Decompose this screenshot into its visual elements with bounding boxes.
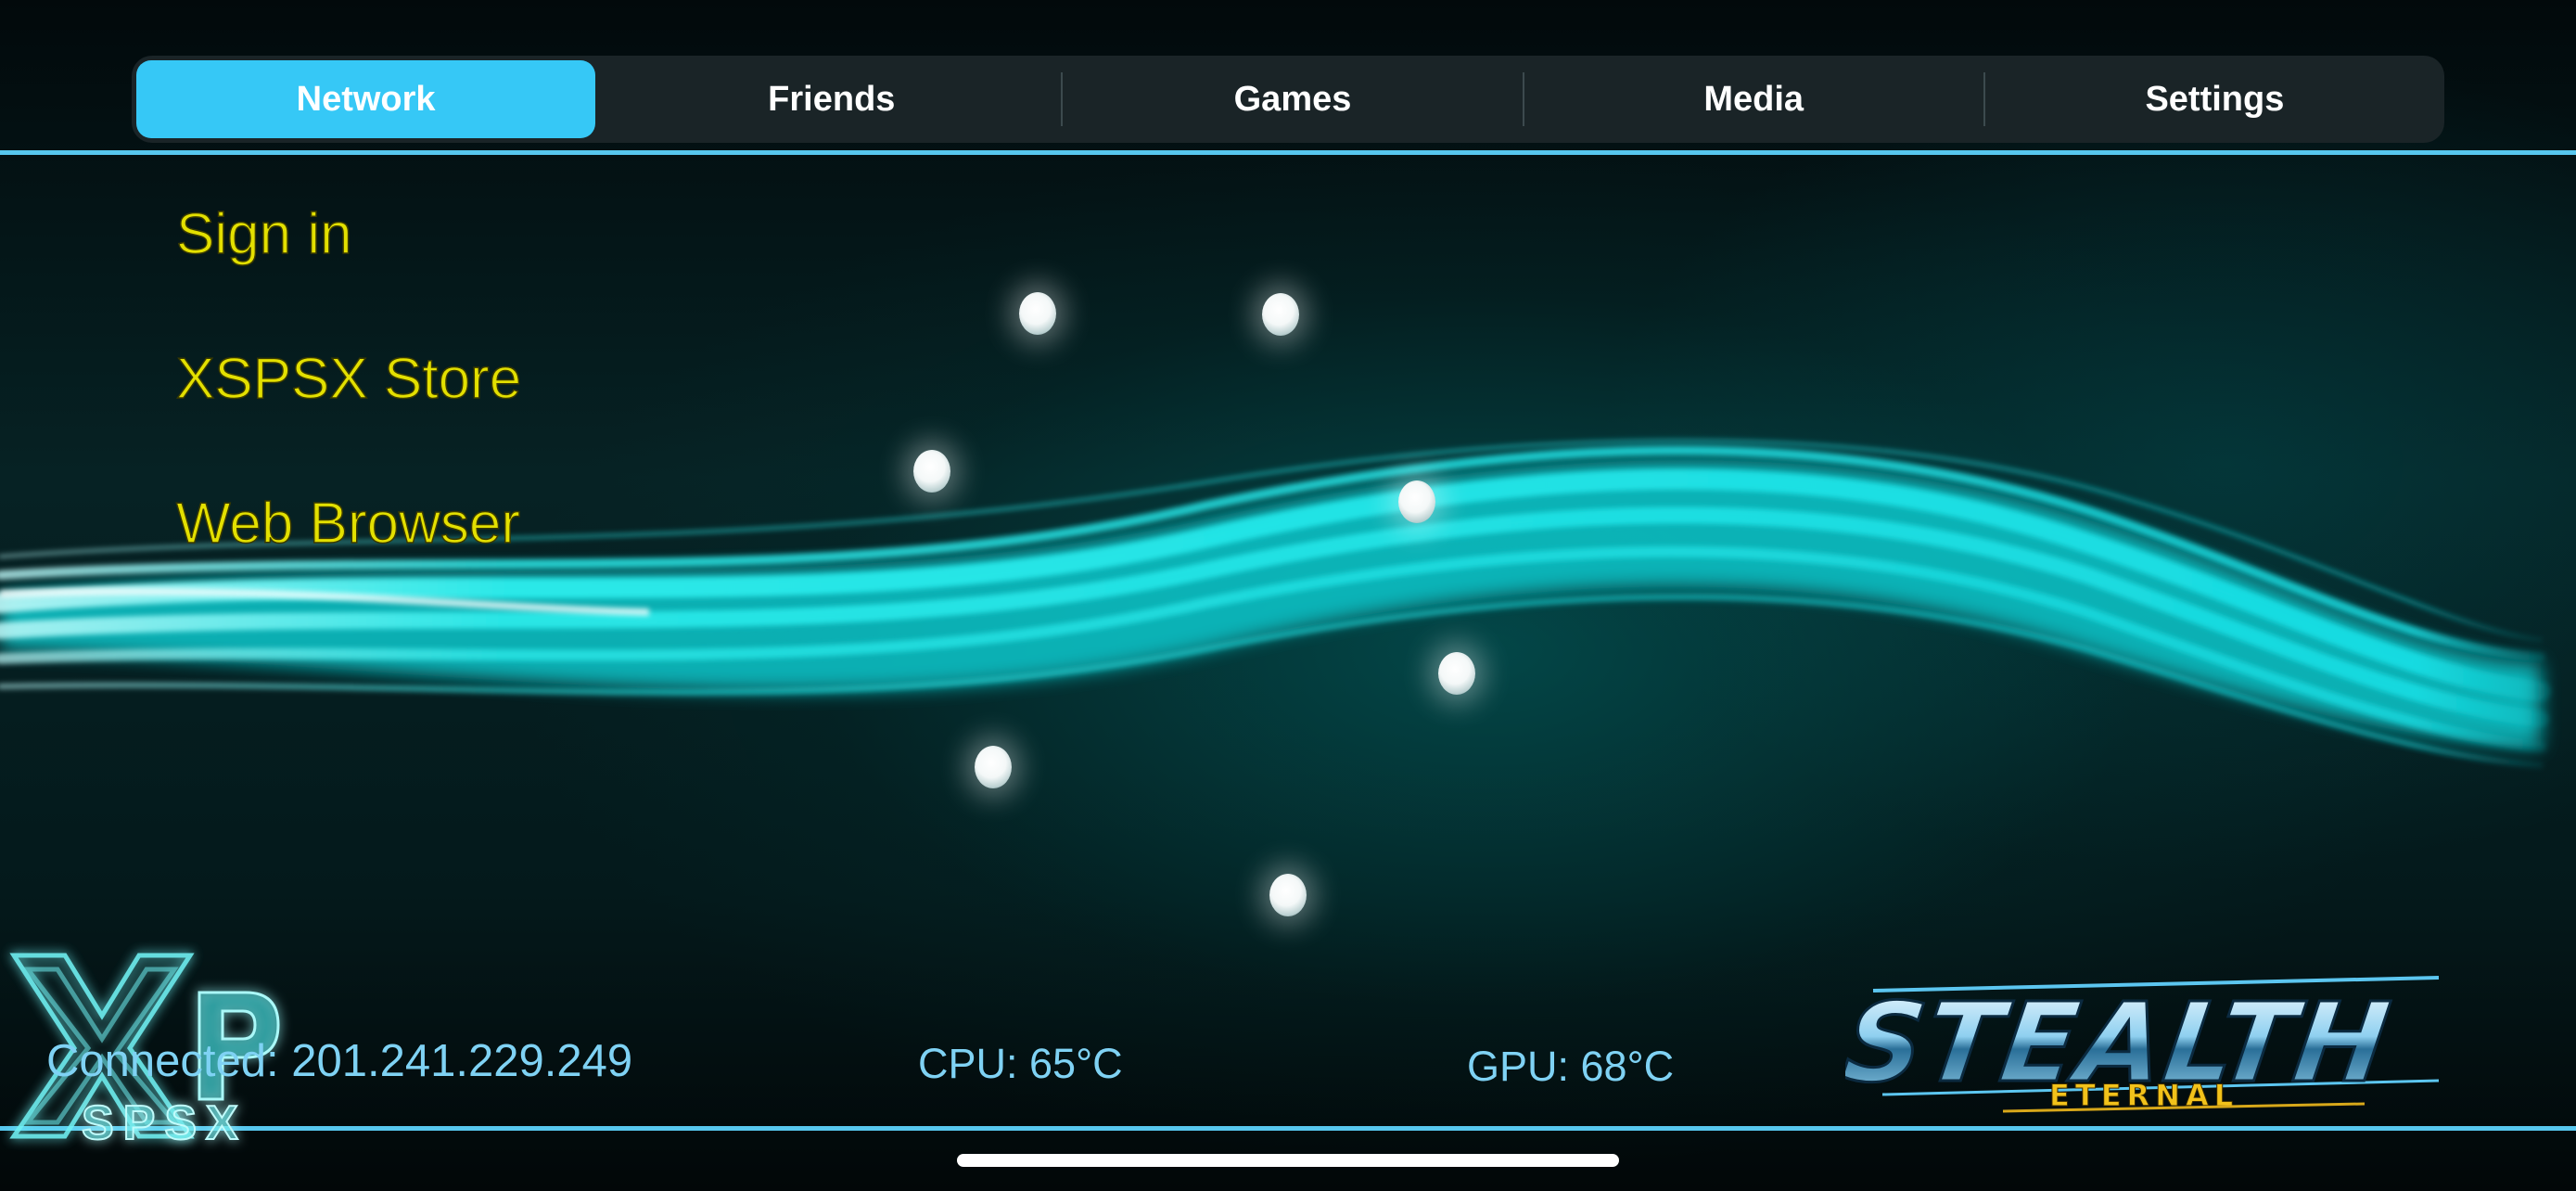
menu-item-store[interactable]: XSPSX Store — [175, 346, 522, 412]
tab-label: Friends — [768, 79, 896, 119]
light-orb — [1438, 652, 1475, 695]
light-orb — [913, 450, 950, 493]
connection-status: Connected: 201.241.229.249 — [46, 1036, 633, 1086]
light-orb — [1398, 480, 1435, 523]
menu-item-web-browser[interactable]: Web Browser — [175, 491, 520, 557]
top-divider-line — [0, 150, 2576, 155]
tab-media[interactable]: Media — [1524, 56, 1983, 143]
stealth-eternal-logo: STEALTH ETERNAL — [1845, 976, 2440, 1114]
light-orb — [1019, 292, 1056, 335]
home-indicator[interactable] — [957, 1154, 1619, 1167]
tab-label: Media — [1703, 79, 1804, 119]
tab-label: Games — [1233, 79, 1352, 119]
menu-item-sign-in[interactable]: Sign in — [175, 201, 352, 267]
top-tab-bar: Network Friends Games Media Settings — [132, 56, 2444, 143]
tab-label: Settings — [2145, 79, 2285, 119]
light-orb — [975, 746, 1012, 788]
tab-settings[interactable]: Settings — [1985, 56, 2444, 143]
logo-subtitle: SPSX — [82, 1096, 248, 1150]
tab-friends[interactable]: Friends — [602, 56, 1061, 143]
tab-network[interactable]: Network — [136, 60, 596, 138]
cpu-temperature: CPU: 65°C — [918, 1040, 1123, 1087]
console-home-screen: Network Friends Games Media Settings Sig… — [0, 0, 2576, 1191]
light-orb — [1269, 874, 1307, 916]
gpu-temperature: GPU: 68°C — [1467, 1043, 1675, 1090]
tab-label: Network — [296, 79, 436, 119]
tab-games[interactable]: Games — [1063, 56, 1522, 143]
light-orb — [1262, 293, 1299, 336]
